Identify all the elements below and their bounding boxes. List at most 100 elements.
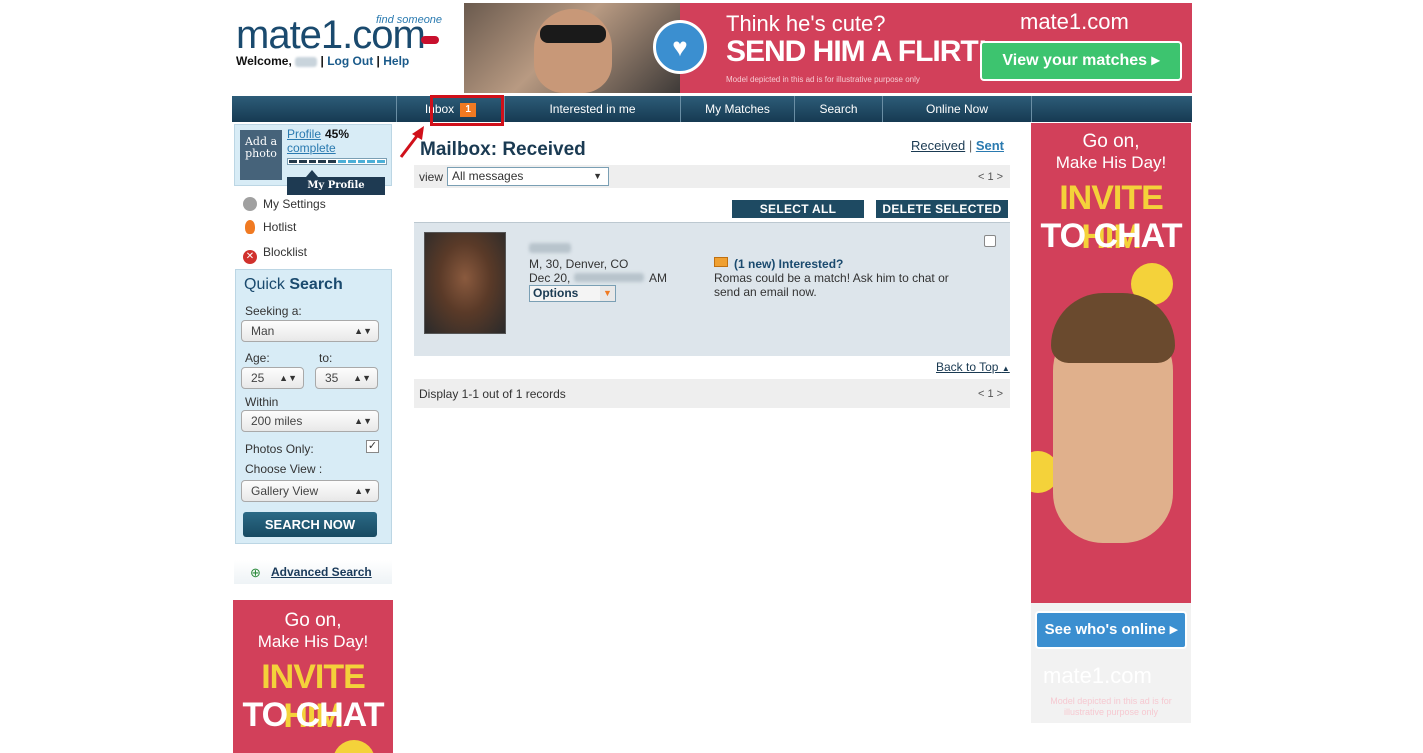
see-whos-online-button[interactable]: See who's online ▸ — [1035, 611, 1187, 649]
logout-link[interactable]: Log Out — [327, 54, 373, 68]
sidebar-item-blocklist[interactable]: ✕ Blocklist — [243, 241, 393, 264]
search-now-button[interactable]: SEARCH NOW — [243, 512, 377, 537]
progress-segment — [318, 160, 327, 163]
message-filter-select[interactable]: All messages ▼ — [447, 167, 609, 186]
envelope-icon — [714, 257, 728, 267]
select-arrows-icon: ▲▼ — [354, 326, 372, 336]
right-ad-big2: TO CHAT — [1040, 217, 1183, 255]
tab-sent[interactable]: Sent — [976, 138, 1004, 153]
ad-disclaimer: Model depicted in this ad is for illustr… — [726, 75, 920, 84]
right-promo-ad[interactable]: Go on, Make His Day! INVITE HIM TO CHAT … — [1031, 123, 1191, 723]
tab-received[interactable]: Received — [911, 138, 965, 153]
magnifier-plus-icon: ⊕ — [250, 565, 261, 580]
right-ad-line1: Go on, — [1082, 131, 1140, 152]
welcome-label: Welcome, — [236, 54, 292, 68]
message-preview: Romas could be a match! Ask him to chat … — [714, 271, 949, 299]
chevron-down-icon: ▼ — [600, 286, 615, 301]
select-arrows-icon: ▲▼ — [354, 416, 372, 426]
advanced-search-link[interactable]: Advanced Search — [271, 565, 372, 579]
sidebar-item-hotlist[interactable]: Hotlist — [243, 216, 393, 238]
photos-only-label: Photos Only: — [245, 442, 314, 456]
left-ad-big2: TO CHAT — [242, 696, 385, 734]
username-blurred — [295, 56, 318, 67]
nav-search[interactable]: Search — [794, 96, 882, 122]
back-to-top-link[interactable]: Back to Top ▲ — [936, 360, 1010, 374]
left-ad-line1: Go on, — [284, 610, 342, 631]
pager-bottom[interactable]: < 1 > — [978, 388, 1003, 400]
view-select[interactable]: Gallery View ▲▼ — [241, 480, 379, 502]
ad-brand: mate1.com — [1020, 9, 1129, 34]
message-options-select[interactable]: Options ▼ — [529, 285, 616, 302]
flame-icon — [245, 220, 255, 234]
block-icon: ✕ — [243, 250, 257, 264]
age-to-label: to: — [319, 351, 333, 365]
choose-view-label: Choose View : — [245, 462, 323, 476]
delete-selected-button[interactable]: DELETE SELECTED — [876, 200, 1008, 218]
pager-top[interactable]: < 1 > — [978, 171, 1003, 183]
page-title: Mailbox: Received — [420, 139, 586, 160]
seeking-select[interactable]: Man ▲▼ — [241, 320, 379, 342]
select-arrows-icon: ▲▼ — [354, 486, 372, 496]
profile-complete-link[interactable]: complete — [287, 141, 336, 155]
message-date-suffix: AM — [649, 271, 667, 285]
view-matches-button[interactable]: View your matches ▸ — [980, 41, 1182, 81]
add-photo-button[interactable]: Add a photo — [240, 130, 282, 180]
progress-segment — [328, 160, 336, 163]
profile-progress-bar — [287, 158, 387, 165]
main-nav: Inbox 1 Interested in me My Matches Searc… — [232, 96, 1192, 122]
age-from-select[interactable]: 25 ▲▼ — [241, 367, 304, 389]
flirt-heart-icon: ♥ — [653, 20, 707, 74]
nav-interested-in-me[interactable]: Interested in me — [504, 96, 680, 122]
select-arrows-icon: ▲▼ — [279, 373, 297, 383]
select-all-button[interactable]: SELECT ALL — [732, 200, 864, 218]
help-link[interactable]: Help — [383, 54, 409, 68]
tooltip-pointer-icon — [306, 170, 318, 177]
quick-search-title: Quick Search — [244, 276, 343, 293]
inbox-highlight — [430, 95, 504, 126]
ad-sunglasses — [540, 25, 606, 43]
mailbox-tabs: Received | Sent — [911, 138, 1005, 153]
right-ad-disclaimer: Model depicted in this ad is for illustr… — [1050, 696, 1172, 717]
interest-status[interactable]: (1 new) Interested? — [734, 257, 843, 271]
chevron-down-icon: ▼ — [593, 171, 602, 181]
age-label: Age: — [245, 351, 270, 365]
progress-segment — [377, 160, 385, 163]
smiley-icon — [333, 740, 375, 753]
progress-segment — [289, 160, 297, 163]
gear-icon — [243, 197, 257, 211]
seeking-label: Seeking a: — [245, 304, 302, 318]
message-select-checkbox[interactable] — [984, 235, 996, 247]
photos-only-checkbox[interactable]: ✓ — [366, 440, 379, 453]
sidebar-item-my-settings[interactable]: My Settings — [243, 193, 393, 215]
top-banner-ad[interactable]: ♥ Think he's cute? SEND HIM A FLIRT! Mod… — [464, 3, 1192, 93]
progress-segment — [298, 160, 307, 163]
sender-photo[interactable] — [424, 232, 506, 334]
profile-percent: 45% — [325, 127, 350, 141]
sender-name-blurred[interactable] — [529, 243, 571, 253]
logo-badge-icon — [421, 36, 439, 44]
nav-online-now[interactable]: Online Now — [882, 96, 1032, 122]
sender-details: M, 30, Denver, CO — [529, 257, 629, 271]
progress-segment — [337, 160, 346, 163]
ad-line2: SEND HIM A FLIRT! — [726, 35, 988, 68]
progress-segment — [367, 160, 376, 163]
within-label: Within — [245, 395, 279, 409]
caret-up-icon: ▲ — [1001, 364, 1010, 373]
progress-segment — [357, 160, 366, 163]
logo-tagline: find someone — [376, 14, 443, 26]
message-date-blurred — [574, 273, 644, 282]
left-ad-line2: Make His Day! — [257, 632, 369, 651]
progress-segment — [347, 160, 356, 163]
records-count: Display 1-1 out of 1 records — [419, 387, 566, 401]
message-date-prefix: Dec 20, — [529, 271, 571, 285]
welcome-bar: Welcome, | Log Out | Help — [236, 54, 410, 68]
nav-my-matches[interactable]: My Matches — [680, 96, 794, 122]
progress-segment — [308, 160, 317, 163]
right-ad-line2: Make His Day! — [1055, 153, 1167, 172]
profile-link[interactable]: Profile — [287, 127, 321, 141]
left-promo-ad[interactable]: Go on, Make His Day! INVITE HIM TO CHAT — [233, 600, 393, 753]
distance-select[interactable]: 200 miles ▲▼ — [241, 410, 379, 432]
view-label: view — [419, 170, 444, 184]
age-to-select[interactable]: 35 ▲▼ — [315, 367, 378, 389]
select-arrows-icon: ▲▼ — [353, 373, 371, 383]
